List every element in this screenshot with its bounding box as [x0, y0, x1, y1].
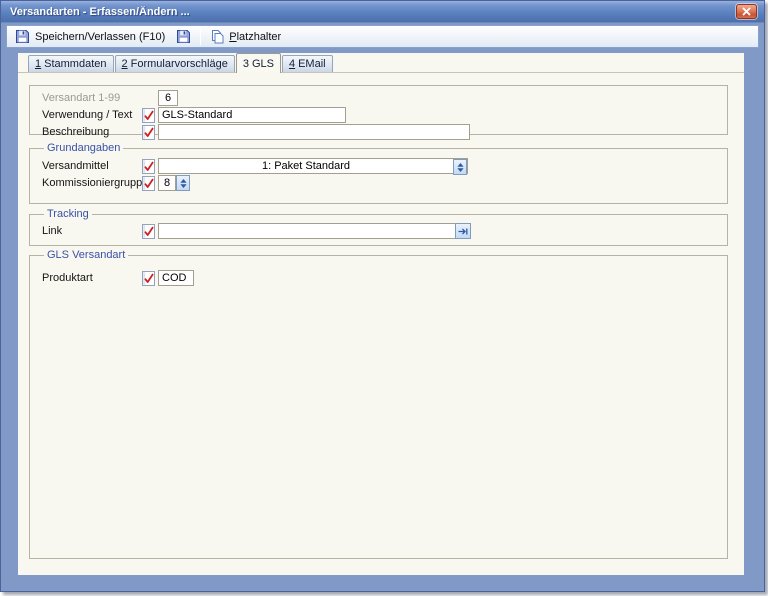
spinner-icon: [180, 179, 187, 188]
kommissioniergruppe-input[interactable]: [158, 175, 176, 191]
window-title: Versandarten - Erfassen/Ändern ...: [10, 6, 736, 18]
verwendung-label: Verwendung / Text: [42, 109, 142, 121]
placeholder-label: Platzhalter: [229, 31, 281, 43]
link-input[interactable]: [158, 223, 455, 239]
window: Versandarten - Erfassen/Ändern ... Speic…: [0, 0, 765, 592]
screen: Versandarten - Erfassen/Ändern ... Speic…: [0, 0, 768, 596]
produktart-input[interactable]: [158, 270, 194, 286]
section-tracking: Tracking Link: [29, 208, 728, 246]
main-panel: 1Stammdaten 2Formularvorschläge 3GLS 4EM…: [18, 53, 744, 575]
save-icon: [176, 29, 191, 44]
save-icon: [15, 29, 30, 44]
field-row-kommissioniergruppe: Kommissioniergruppe: [42, 175, 727, 191]
close-button[interactable]: [736, 4, 757, 19]
save-button[interactable]: [171, 27, 196, 46]
link-label: Link: [42, 225, 142, 237]
check-icon: [142, 125, 155, 140]
titlebar[interactable]: Versandarten - Erfassen/Ändern ...: [1, 1, 764, 23]
versandmittel-combo[interactable]: 1: Paket Standard: [158, 158, 468, 174]
check-icon: [142, 224, 155, 239]
field-row-versandmittel: Versandmittel 1: Paket Standard: [42, 158, 727, 174]
save-exit-button[interactable]: Speichern/Verlassen (F10): [10, 27, 170, 46]
combo-value: 1: Paket Standard: [159, 159, 453, 173]
versandart-label: Versandart 1-99: [42, 92, 142, 104]
tab-content-gls: Versandart 1-99 Verwendung / Text: [18, 73, 744, 559]
tab-formularvorschlaege[interactable]: 2Formularvorschläge: [115, 55, 235, 72]
section-stammdaten-box: Versandart 1-99 Verwendung / Text: [29, 85, 728, 135]
tab-gls[interactable]: 3GLS: [236, 53, 281, 73]
tab-bar: 1Stammdaten 2Formularvorschläge 3GLS 4EM…: [18, 53, 744, 73]
versandart-input[interactable]: [158, 90, 178, 106]
icon-spacer: [142, 91, 155, 106]
section-legend: Grundangaben: [44, 142, 123, 154]
beschreibung-label: Beschreibung: [42, 126, 142, 138]
check-icon: [142, 176, 155, 191]
spinner-icon: [457, 163, 464, 172]
arrow-right-icon: [458, 227, 468, 236]
copy-icon: [210, 29, 224, 44]
section-gls-versandart: GLS Versandart Produktart: [29, 249, 728, 559]
check-icon: [142, 271, 155, 286]
field-row-beschreibung: Beschreibung: [42, 124, 727, 140]
spinner-button[interactable]: [176, 175, 190, 191]
beschreibung-input[interactable]: [158, 124, 470, 140]
verwendung-input[interactable]: [158, 107, 346, 123]
field-row-verwendung: Verwendung / Text: [42, 107, 727, 123]
toolbar: Speichern/Verlassen (F10) Platzhalter: [6, 25, 759, 48]
tab-stammdaten[interactable]: 1Stammdaten: [28, 55, 114, 72]
section-legend: Tracking: [44, 208, 92, 220]
kommissioniergruppe-label: Kommissioniergruppe: [42, 177, 142, 189]
field-row-versandart: Versandart 1-99: [42, 90, 727, 106]
field-row-produktart: Produktart: [42, 270, 727, 286]
check-icon: [142, 159, 155, 174]
toolbar-separator: [200, 28, 201, 45]
tab-email[interactable]: 4EMail: [282, 55, 333, 72]
produktart-label: Produktart: [42, 272, 142, 284]
section-grundangaben: Grundangaben Versandmittel 1: Paket Stan…: [29, 142, 728, 204]
save-exit-label: Speichern/Verlassen (F10): [35, 31, 165, 43]
section-legend: GLS Versandart: [44, 249, 128, 261]
check-icon: [142, 108, 155, 123]
close-icon: [742, 7, 751, 16]
spinner-button[interactable]: [453, 159, 467, 175]
placeholder-button[interactable]: Platzhalter: [205, 27, 286, 46]
link-go-button[interactable]: [455, 223, 471, 239]
versandmittel-label: Versandmittel: [42, 160, 142, 172]
field-row-link: Link: [42, 223, 727, 239]
